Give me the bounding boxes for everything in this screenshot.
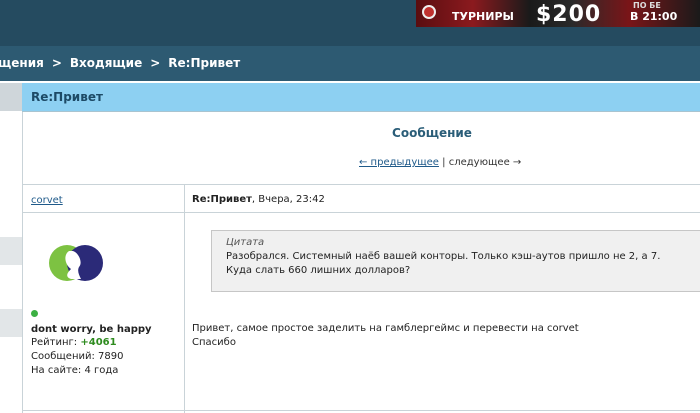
breadcrumb-separator: > xyxy=(150,56,161,70)
column-divider xyxy=(184,213,185,413)
banner-tournaments: ТУРНИРЫ xyxy=(452,10,514,23)
post-text-line: Привет, самое простое заделить на гамбле… xyxy=(192,323,579,334)
ad-banner[interactable]: ТУРНИРЫ $200 ПО БЕ В 21:00 xyxy=(416,0,700,27)
rating-label: Рейтинг: xyxy=(31,337,78,348)
user-avatar[interactable] xyxy=(47,241,107,285)
gutter-block xyxy=(0,83,22,111)
breadcrumb-separator: > xyxy=(51,56,62,70)
left-gutter xyxy=(0,81,22,413)
post-subject: Re:Привет xyxy=(192,194,252,205)
thread-title-bar: Re:Привет xyxy=(22,83,700,112)
post-header-row: corvet Re:Привет, Вчера, 23:42 xyxy=(22,184,700,213)
author-link[interactable]: corvet xyxy=(31,195,63,206)
breadcrumb-bar: щения > Входящие > Re:Привет xyxy=(0,46,700,81)
banner-small-text: ПО БЕ xyxy=(633,1,661,10)
breadcrumb: щения > Входящие > Re:Привет xyxy=(0,56,240,70)
poker-chip-icon xyxy=(422,5,436,19)
user-rating: Рейтинг: +4061 xyxy=(31,337,117,348)
quote-label: Цитата xyxy=(226,237,265,248)
online-status-icon xyxy=(31,310,38,317)
prev-message-link[interactable]: ← предыдущее xyxy=(359,157,439,168)
message-header: Сообщение ← предыдущее | следующее → xyxy=(22,112,700,184)
message-heading: Сообщение xyxy=(392,126,472,140)
user-post-count: Сообщений: 7890 xyxy=(31,351,124,362)
breadcrumb-item-messages[interactable]: щения xyxy=(0,56,44,70)
quote-line: Куда слать 660 лишних долларов? xyxy=(226,265,411,276)
user-time-on-site: На сайте: 4 года xyxy=(31,365,119,376)
post-meta: Re:Привет, Вчера, 23:42 xyxy=(192,194,325,205)
rating-value: +4061 xyxy=(80,337,117,348)
gutter-block xyxy=(0,309,22,337)
banner-time: В 21:00 xyxy=(630,10,678,23)
quote-line: Разобрался. Системный наёб вашей конторы… xyxy=(226,251,661,262)
column-divider xyxy=(184,185,185,213)
post-date: , Вчера, 23:42 xyxy=(251,194,325,205)
banner-amount: $200 xyxy=(536,2,602,27)
quote-block: Цитата Разобрался. Системный наёб вашей … xyxy=(211,230,700,292)
pager-divider: | xyxy=(442,157,446,168)
user-title: dont worry, be happy xyxy=(31,324,152,335)
next-message-label: следующее → xyxy=(448,157,522,168)
table-bottom-border xyxy=(22,410,700,411)
post-body: dont worry, be happy Рейтинг: +4061 Сооб… xyxy=(22,213,700,413)
breadcrumb-item-current: Re:Привет xyxy=(168,56,241,70)
gutter-block xyxy=(0,237,22,265)
thread-title: Re:Привет xyxy=(31,90,103,104)
site-header: ТУРНИРЫ $200 ПО БЕ В 21:00 xyxy=(0,0,700,46)
post-text-line: Спасибо xyxy=(192,337,236,348)
message-pager: ← предыдущее | следующее → xyxy=(359,157,521,168)
breadcrumb-item-inbox[interactable]: Входящие xyxy=(70,56,142,70)
